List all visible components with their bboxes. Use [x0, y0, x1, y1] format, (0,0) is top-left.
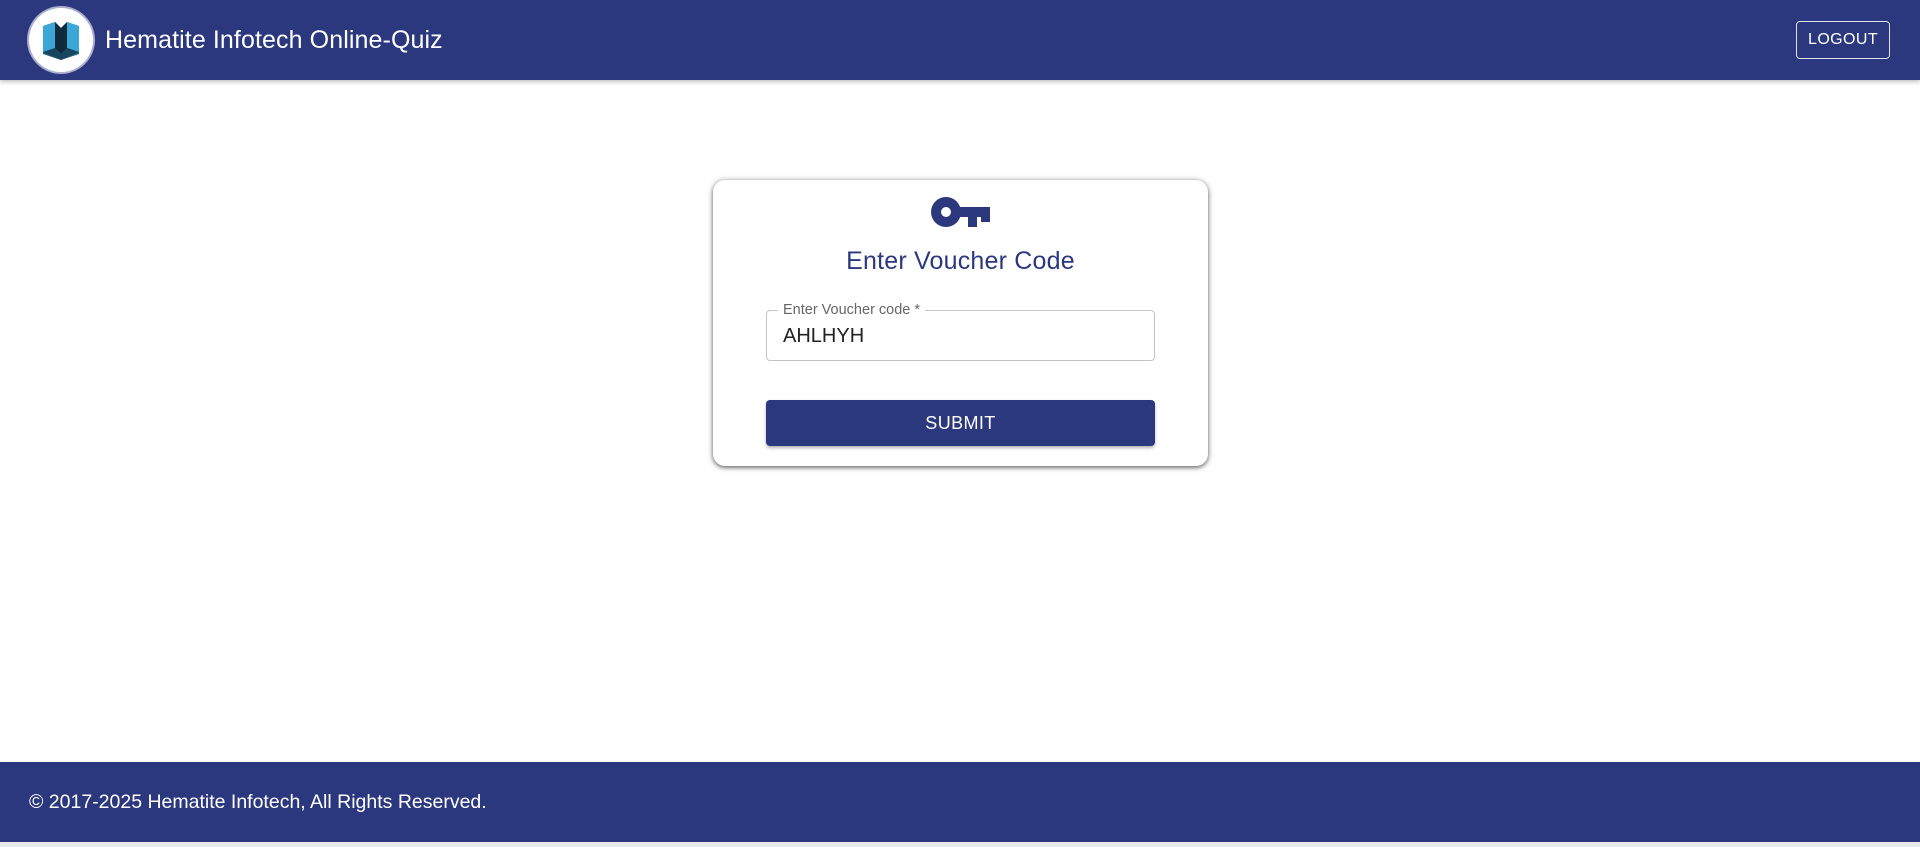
- bottom-strip: [0, 842, 1920, 847]
- app-bar: Hematite Infotech Online-Quiz LOGOUT: [0, 0, 1920, 80]
- card-title: Enter Voucher Code: [846, 247, 1075, 275]
- logout-button[interactable]: LOGOUT: [1796, 21, 1890, 59]
- submit-button[interactable]: SUBMIT: [766, 400, 1155, 446]
- footer: © 2017-2025 Hematite Infotech, All Right…: [0, 762, 1920, 842]
- voucher-code-field: Enter Voucher code *: [766, 301, 1155, 361]
- key-icon: [931, 197, 990, 227]
- copyright-text: © 2017-2025 Hematite Infotech, All Right…: [29, 790, 487, 813]
- app-title: Hematite Infotech Online-Quiz: [105, 25, 443, 54]
- hematite-logo-icon: [29, 8, 93, 72]
- voucher-card: Enter Voucher Code Enter Voucher code * …: [713, 180, 1208, 466]
- voucher-code-input[interactable]: [783, 311, 1143, 360]
